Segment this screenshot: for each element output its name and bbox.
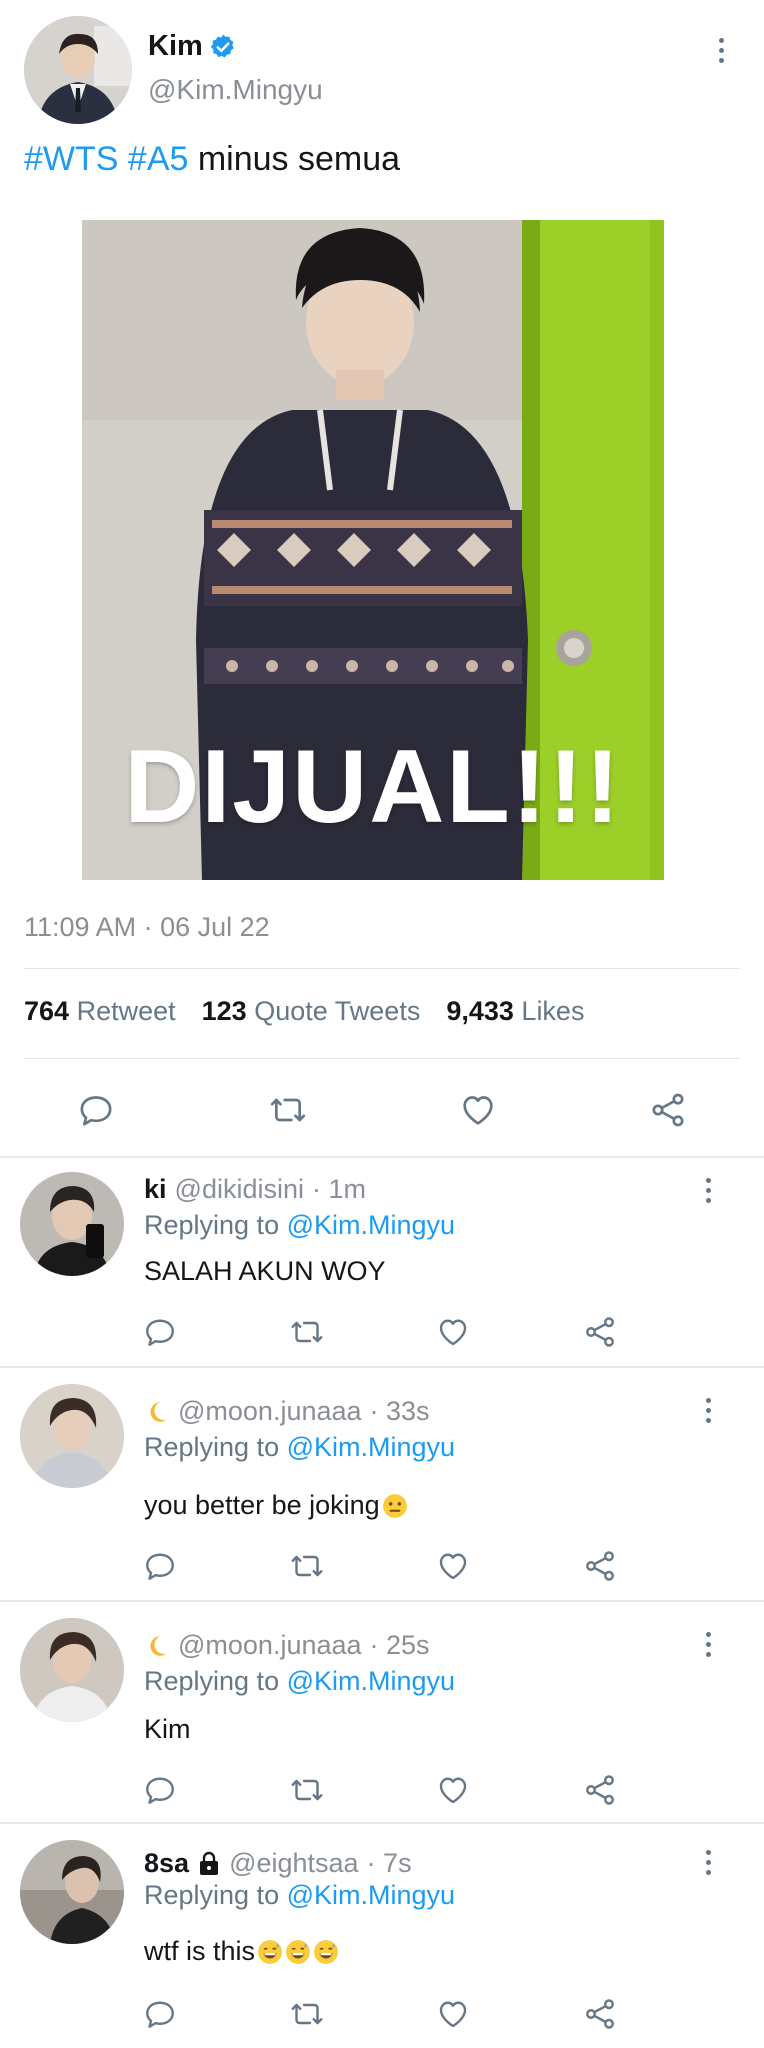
reply-avatar[interactable] (20, 1840, 124, 1944)
like-heart-icon[interactable] (431, 1544, 475, 1588)
reply-avatar[interactable] (20, 1618, 124, 1722)
retweet-icon[interactable] (285, 1768, 329, 1812)
likes-stat[interactable]: 9,433 Likes (446, 996, 584, 1027)
quote-stat[interactable]: 123 Quote Tweets (202, 996, 421, 1027)
reply-icon[interactable] (138, 1310, 182, 1354)
reply-header: @moon.junaaa · 33s (144, 1396, 430, 1427)
hashtag-wts[interactable]: #WTS (24, 140, 118, 178)
replying-to-line: Replying to @Kim.Mingyu (144, 1666, 456, 1696)
verified-badge-icon (210, 34, 234, 57)
image-overlay-text: DIJUAL!!! (124, 729, 622, 845)
crescent-moon-icon (150, 1635, 167, 1656)
reply-handle[interactable]: @dikidisini (175, 1174, 304, 1205)
reply-icon[interactable] (138, 1768, 182, 1812)
share-icon[interactable] (578, 1544, 622, 1588)
reply-header: 8sa @eightsaa · 7s (144, 1848, 412, 1879)
tweet-body: minus semua (197, 140, 401, 178)
grinning-sweat-emoji-icon (286, 1939, 310, 1964)
more-vertical-icon[interactable] (693, 1390, 723, 1430)
share-icon[interactable] (578, 1992, 622, 2036)
hashtag-a5[interactable]: #A5 (128, 140, 189, 178)
author-display-name[interactable]: Kim (148, 30, 203, 63)
more-vertical-icon[interactable] (706, 30, 736, 70)
retweet-icon[interactable] (285, 1992, 329, 2036)
crescent-moon-icon (150, 1401, 167, 1422)
reply-handle[interactable]: @eightsaa (229, 1848, 359, 1879)
retweet-icon[interactable] (266, 1088, 310, 1132)
reply-header: @moon.junaaa · 25s (144, 1630, 430, 1661)
like-heart-icon[interactable] (431, 1768, 475, 1812)
divider (24, 968, 740, 969)
grinning-sweat-emoji-icon (258, 1939, 282, 1964)
engagement-stats: 764 Retweet 123 Quote Tweets 9,433 Likes (24, 996, 584, 1027)
retweet-icon[interactable] (285, 1310, 329, 1354)
share-icon[interactable] (578, 1310, 622, 1354)
tweet-media-image[interactable]: DIJUAL!!! (82, 220, 664, 880)
reply-text: SALAH AKUN WOY (144, 1256, 386, 1286)
grinning-sweat-emoji-icon (314, 1939, 338, 1964)
reply-time: · 7s (366, 1848, 412, 1878)
reply-icon[interactable] (138, 1544, 182, 1588)
divider (0, 1156, 764, 1158)
divider (0, 1822, 764, 1824)
reply-time: · 25s (369, 1630, 430, 1660)
reply-display-name[interactable]: 8sa (144, 1848, 189, 1879)
reply-time: · 1m (311, 1174, 366, 1204)
reply-text: Kim (144, 1714, 191, 1744)
reply-display-name[interactable]: ki (144, 1174, 167, 1205)
lock-icon (200, 1851, 219, 1875)
author-handle[interactable]: @Kim.Mingyu (148, 74, 323, 106)
reply-icon[interactable] (138, 1992, 182, 2036)
divider (0, 1366, 764, 1368)
author-display-name-row[interactable]: Kim (148, 30, 237, 63)
replying-to-handle[interactable]: @Kim.Mingyu (287, 1432, 455, 1462)
more-vertical-icon[interactable] (693, 1624, 723, 1664)
reply-icon[interactable] (74, 1088, 118, 1132)
retweet-icon[interactable] (285, 1544, 329, 1588)
tweet-text: #WTS #A5 minus semua (24, 140, 400, 179)
divider (0, 1600, 764, 1602)
reply-handle[interactable]: @moon.junaaa (178, 1630, 362, 1661)
author-avatar[interactable] (24, 16, 132, 124)
more-vertical-icon[interactable] (693, 1842, 723, 1882)
neutral-face-emoji-icon (382, 1493, 407, 1518)
reply-avatar[interactable] (20, 1384, 124, 1488)
replying-to-line: Replying to @Kim.Mingyu (144, 1210, 456, 1240)
reply-handle[interactable]: @moon.junaaa (178, 1396, 362, 1427)
like-heart-icon[interactable] (456, 1088, 500, 1132)
share-icon[interactable] (646, 1088, 690, 1132)
divider (24, 1058, 740, 1059)
tweet-timestamp[interactable]: 11:09 AM · 06 Jul 22 (24, 912, 270, 943)
more-vertical-icon[interactable] (693, 1170, 723, 1210)
replying-to-line: Replying to @Kim.Mingyu (144, 1432, 456, 1462)
reply-time: · 33s (369, 1396, 430, 1426)
replying-to-handle[interactable]: @Kim.Mingyu (287, 1210, 455, 1240)
replying-to-handle[interactable]: @Kim.Mingyu (287, 1666, 455, 1696)
reply-header: ki @dikidisini · 1m (144, 1174, 366, 1205)
reply-avatar[interactable] (20, 1172, 124, 1276)
share-icon[interactable] (578, 1768, 622, 1812)
retweet-stat[interactable]: 764 Retweet (24, 996, 176, 1027)
reply-text: you better be joking (144, 1490, 408, 1521)
replying-to-line: Replying to @Kim.Mingyu (144, 1880, 456, 1910)
like-heart-icon[interactable] (431, 1310, 475, 1354)
like-heart-icon[interactable] (431, 1992, 475, 2036)
replying-to-handle[interactable]: @Kim.Mingyu (287, 1880, 455, 1910)
reply-text: wtf is this (144, 1936, 339, 1967)
